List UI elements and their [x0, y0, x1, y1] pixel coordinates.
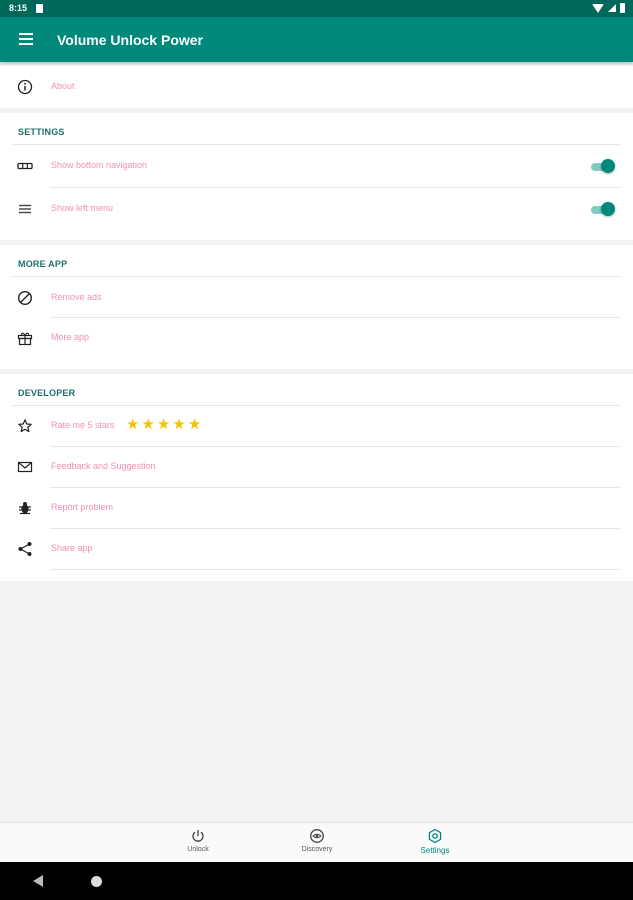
feedback-item[interactable]: Feedback and Suggestion — [0, 447, 633, 487]
divider — [12, 144, 621, 145]
show-left-menu-label: Show left menu — [51, 203, 114, 213]
nav-settings-label: Settings — [420, 846, 450, 855]
report-problem-item[interactable]: Report problem — [0, 488, 633, 528]
power-icon — [192, 830, 204, 842]
star-icon[interactable]: ★ — [126, 416, 139, 434]
more-app-item[interactable]: More app — [0, 318, 633, 358]
divider — [50, 569, 621, 570]
developer-card: DEVELOPER Rate me 5 stars ★ ★ ★ ★ ★ Feed… — [0, 374, 633, 581]
battery-icon — [620, 3, 625, 13]
show-left-menu-item[interactable]: Show left menu — [0, 189, 633, 229]
status-icons — [592, 3, 625, 13]
share-app-label: Share app — [51, 543, 93, 553]
more-app-section-title: MORE APP — [18, 259, 68, 269]
star-outline-icon — [17, 418, 33, 434]
discovery-icon — [310, 829, 324, 843]
mail-icon — [17, 459, 33, 475]
toggle-knob — [601, 159, 615, 173]
info-icon — [17, 79, 33, 95]
show-bottom-navigation-label: Show bottom navigation — [51, 160, 148, 170]
nav-discovery[interactable]: Discovery — [277, 828, 357, 860]
settings-section-title: SETTINGS — [18, 127, 65, 137]
status-time: 8:15 — [9, 3, 28, 13]
wifi-icon — [592, 3, 604, 13]
about-label: About — [51, 81, 75, 91]
rate-label: Rate me 5 stars — [51, 420, 115, 430]
back-icon[interactable] — [33, 875, 43, 887]
star-icon[interactable]: ★ — [172, 416, 185, 434]
settings-card: SETTINGS Show bottom navigation Show lef… — [0, 113, 633, 240]
bottom-navigation-icon — [17, 158, 33, 174]
star-icon[interactable]: ★ — [188, 416, 201, 434]
remove-ads-item[interactable]: Remove ads — [0, 278, 633, 318]
show-left-menu-toggle[interactable] — [591, 202, 615, 216]
nav-discovery-label: Discovery — [301, 846, 333, 853]
home-icon[interactable] — [91, 876, 102, 887]
developer-section-title: DEVELOPER — [18, 388, 76, 398]
share-icon — [17, 541, 33, 557]
report-problem-label: Report problem — [51, 502, 114, 512]
app-bar: Volume Unlock Power — [0, 17, 633, 62]
sd-card-icon — [36, 4, 43, 13]
bug-icon — [17, 500, 33, 516]
signal-icon — [608, 4, 616, 12]
about-card: About — [0, 66, 633, 108]
app-title: Volume Unlock Power — [57, 32, 203, 48]
settings-icon — [428, 828, 442, 844]
remove-ads-label: Remove ads — [51, 292, 102, 302]
more-app-card: MORE APP Remove ads More app — [0, 245, 633, 369]
system-navigation-bar — [0, 862, 633, 900]
nav-unlock[interactable]: Unlock — [158, 828, 238, 860]
toggle-knob — [601, 202, 615, 216]
bottom-navigation: Unlock Discovery Settings — [0, 822, 633, 862]
rate-item[interactable]: Rate me 5 stars ★ ★ ★ ★ ★ — [0, 406, 633, 446]
show-bottom-navigation-item[interactable]: Show bottom navigation — [0, 146, 633, 186]
status-bar: 8:15 — [0, 0, 633, 17]
more-app-label: More app — [51, 332, 90, 342]
block-icon — [17, 290, 33, 306]
gift-icon — [17, 330, 33, 346]
show-bottom-navigation-toggle[interactable] — [591, 159, 615, 173]
rating-stars[interactable]: ★ ★ ★ ★ ★ — [126, 416, 201, 434]
feedback-label: Feedback and Suggestion — [51, 461, 156, 471]
nav-unlock-label: Unlock — [187, 846, 209, 853]
about-item[interactable]: About — [0, 67, 633, 107]
left-menu-icon — [17, 201, 33, 217]
hamburger-menu-icon[interactable] — [19, 33, 33, 45]
share-app-item[interactable]: Share app — [0, 529, 633, 569]
star-icon[interactable]: ★ — [141, 416, 154, 434]
nav-settings[interactable]: Settings — [395, 828, 475, 860]
divider — [12, 276, 621, 277]
divider — [50, 187, 621, 188]
star-icon[interactable]: ★ — [157, 416, 170, 434]
